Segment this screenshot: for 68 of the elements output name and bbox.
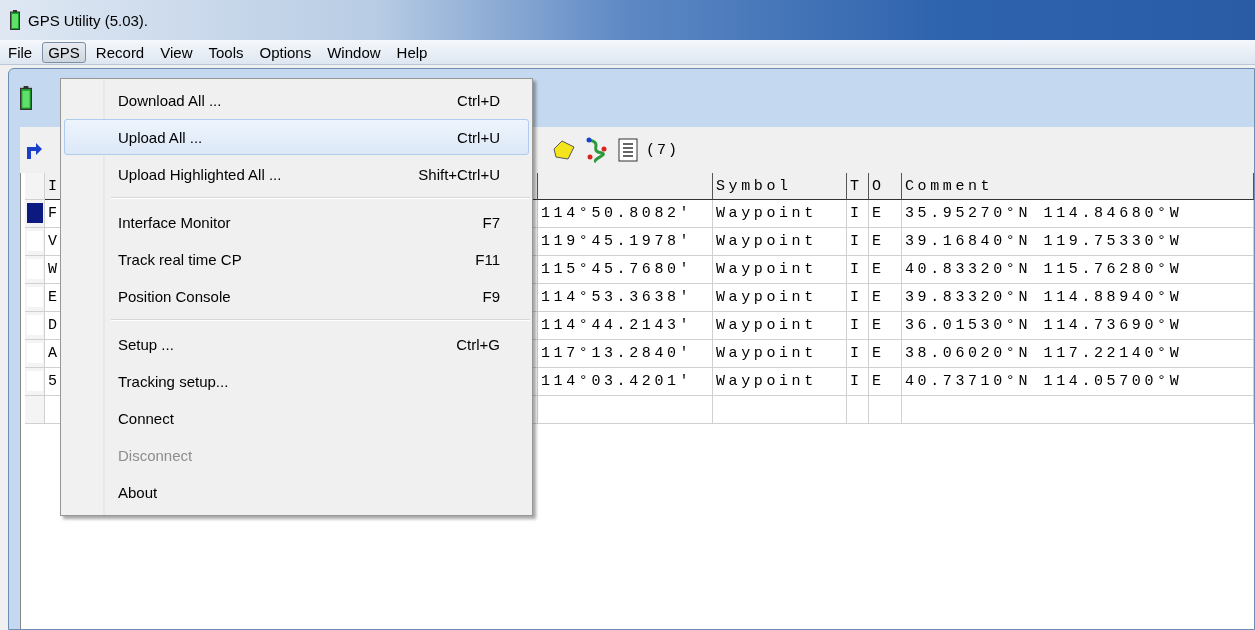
column-header[interactable]: Comment	[902, 173, 1254, 200]
table-cell: 39.83320°N 114.88940°W	[902, 284, 1254, 312]
menu-option[interactable]: About	[64, 474, 529, 510]
table-cell: Waypoint	[713, 340, 847, 368]
table-cell: I	[847, 284, 869, 312]
menu-option[interactable]: Setup ... Ctrl+G	[64, 326, 529, 362]
table-cell: I	[847, 340, 869, 368]
row-selector[interactable]	[27, 259, 43, 279]
menu-item[interactable]: Record	[89, 41, 151, 63]
table-cell: Waypoint	[713, 284, 847, 312]
document-icon[interactable]	[618, 138, 638, 162]
table-cell: 114°50.8082'	[538, 200, 713, 228]
row-selector[interactable]	[27, 287, 43, 307]
table-cell: 119°45.1978'	[538, 228, 713, 256]
row-selector[interactable]	[27, 343, 43, 363]
table-cell: 35.95270°N 114.84680°W	[902, 200, 1254, 228]
table-cell: E	[869, 228, 902, 256]
row-selector[interactable]	[27, 315, 43, 335]
table-cell: E	[869, 368, 902, 396]
window-title: GPS Utility (5.03).	[28, 11, 149, 29]
menu-item[interactable]: View	[154, 41, 199, 63]
table-cell: 114°44.2143'	[538, 312, 713, 340]
battery-icon	[10, 10, 20, 30]
column-header[interactable]: T	[847, 173, 869, 200]
table-cell: Waypoint	[713, 312, 847, 340]
table-cell: I	[847, 312, 869, 340]
menu-item[interactable]: GPS	[42, 41, 86, 63]
table-cell: E	[869, 256, 902, 284]
row-selector[interactable]	[27, 371, 43, 391]
table-cell: I	[847, 228, 869, 256]
table-cell: E	[869, 312, 902, 340]
table-cell: Waypoint	[713, 228, 847, 256]
table-cell: I	[847, 256, 869, 284]
table-cell: 114°03.4201'	[538, 368, 713, 396]
row-selector[interactable]	[27, 231, 43, 251]
menu-item[interactable]: Help	[390, 41, 434, 63]
row-selector[interactable]	[27, 203, 43, 223]
table-cell: Waypoint	[713, 368, 847, 396]
table-cell: 36.01530°N 114.73690°W	[902, 312, 1254, 340]
table-cell: 39.16840°N 119.75330°W	[902, 228, 1254, 256]
menu-item[interactable]: Window	[321, 41, 387, 63]
menu-item[interactable]: File	[2, 41, 39, 63]
menu-option[interactable]: Upload All ... Ctrl+U	[64, 119, 529, 155]
table-cell: E	[869, 284, 902, 312]
column-header[interactable]: O	[869, 173, 902, 200]
table-cell: 114°53.3638'	[538, 284, 713, 312]
menu-item[interactable]: Options	[253, 41, 318, 63]
table-cell: 38.06020°N 117.22140°W	[902, 340, 1254, 368]
table-cell: 40.83320°N 115.76280°W	[902, 256, 1254, 284]
table-cell: E	[869, 200, 902, 228]
table-cell: E	[869, 340, 902, 368]
table-cell: 117°13.2840'	[538, 340, 713, 368]
menu-option[interactable]: Interface Monitor F7	[64, 204, 529, 240]
menu-option[interactable]: Connect	[64, 400, 529, 436]
menu-option[interactable]: Upload Highlighted All ... Shift+Ctrl+U	[64, 156, 529, 192]
table-cell: Waypoint	[713, 256, 847, 284]
table-cell: I	[847, 200, 869, 228]
table-cell: 40.73710°N 114.05700°W	[902, 368, 1254, 396]
battery-icon	[20, 86, 32, 110]
record-count: (7)	[646, 141, 679, 159]
blank-column-header[interactable]	[538, 173, 713, 200]
table-cell: I	[847, 368, 869, 396]
column-header[interactable]: Symbol	[713, 173, 847, 200]
menu-option[interactable]: Download All ... Ctrl+D	[64, 82, 529, 118]
table-cell: Waypoint	[713, 200, 847, 228]
menu-item[interactable]: Tools	[202, 41, 250, 63]
menu-option[interactable]: Tracking setup...	[64, 363, 529, 399]
table-cell: 115°45.7680'	[538, 256, 713, 284]
